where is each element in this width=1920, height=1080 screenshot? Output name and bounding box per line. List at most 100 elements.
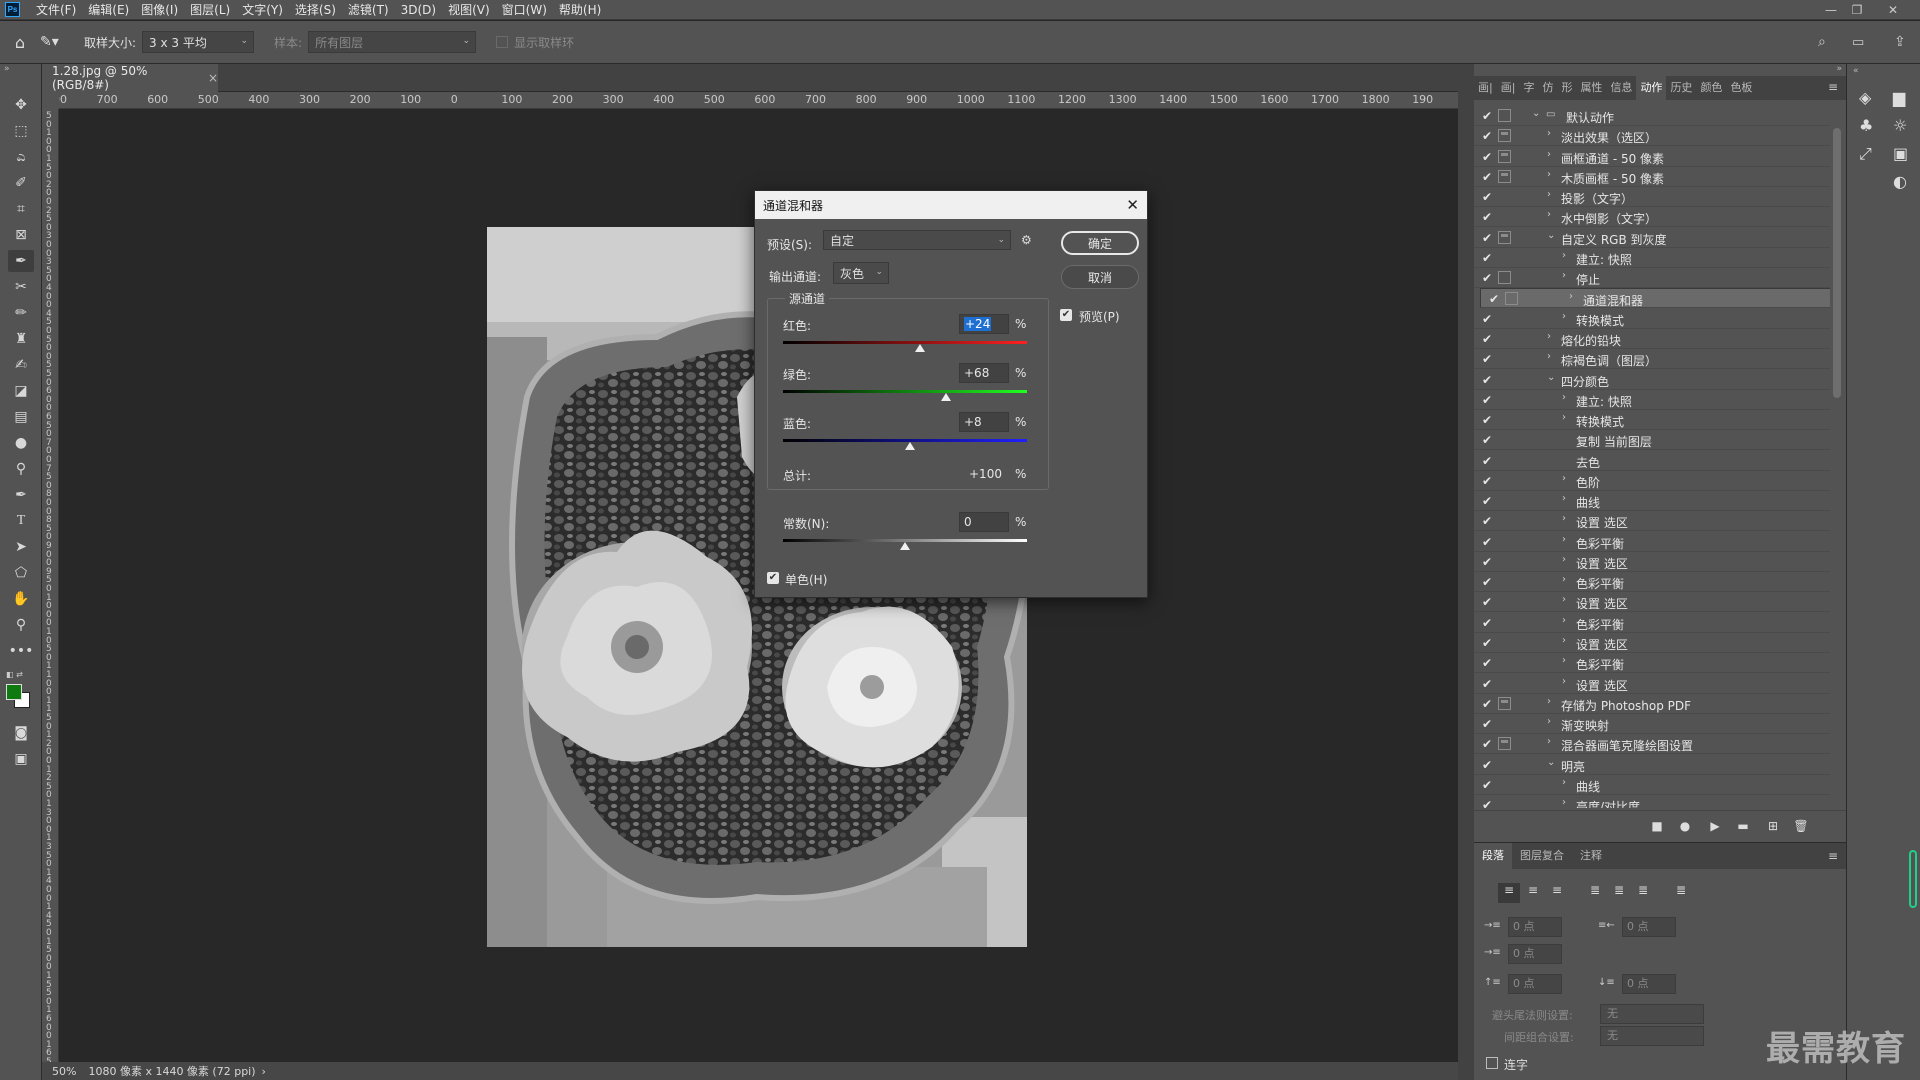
menu-item[interactable]: 编辑(E) [82, 0, 135, 20]
expand-right-icon[interactable]: › [1547, 149, 1551, 160]
expand-right-icon[interactable]: › [1562, 655, 1566, 666]
action-enabled-checkmark-icon[interactable]: ✔ [1482, 170, 1494, 184]
action-enabled-checkmark-icon[interactable]: ✔ [1482, 677, 1494, 691]
paragraph-tab[interactable]: 段落 [1474, 843, 1512, 869]
action-enabled-checkmark-icon[interactable]: ✔ [1482, 595, 1494, 609]
action-enabled-checkmark-icon[interactable]: ✔ [1482, 778, 1494, 792]
menu-item[interactable]: 视图(V) [442, 0, 496, 20]
clone-stamp-tool-icon[interactable]: ♜ [8, 328, 34, 350]
expand-right-icon[interactable]: › [1562, 797, 1566, 808]
status-arrow-icon[interactable]: › [262, 1065, 266, 1078]
action-row[interactable]: ✔ › 投影（文字） [1474, 187, 1832, 208]
dialog-toggle-icon[interactable] [1498, 271, 1511, 285]
action-row[interactable]: ✔ › 停止 [1474, 268, 1832, 289]
pen-tool-icon[interactable]: ✒ [8, 484, 34, 506]
expand-down-icon[interactable]: ⌄ [1547, 372, 1555, 383]
paths-icon[interactable]: ⤢ [1859, 144, 1872, 164]
action-row[interactable]: ✔ ⌄ ▭ 默认动作 [1474, 106, 1832, 126]
action-row[interactable]: ✔ › 棕褐色调（图层） [1474, 349, 1832, 370]
menu-item[interactable]: 帮助(H) [553, 0, 607, 20]
panel-tab[interactable]: 信息 [1606, 76, 1636, 100]
action-enabled-checkmark-icon[interactable]: ✔ [1482, 312, 1494, 326]
menu-item[interactable]: 图像(I) [135, 0, 184, 20]
action-enabled-checkmark-icon[interactable]: ✔ [1482, 494, 1494, 508]
hyphenate-checkbox[interactable] [1486, 1057, 1498, 1069]
action-row[interactable]: ✔ 去色 [1474, 451, 1832, 471]
minimize-button[interactable]: — [1818, 0, 1844, 20]
layers-icon[interactable]: ◈ [1859, 88, 1871, 107]
brush-tool-icon[interactable]: ✏ [8, 302, 34, 324]
eraser-tool-icon[interactable]: ◪ [8, 380, 34, 402]
action-enabled-checkmark-icon[interactable]: ✔ [1482, 555, 1494, 569]
share-icon[interactable]: ⇪ [1894, 34, 1906, 50]
action-enabled-checkmark-icon[interactable]: ✔ [1482, 332, 1494, 346]
libraries-icon[interactable]: ▣ [1893, 144, 1908, 163]
panel-tab[interactable]: 动作 [1636, 76, 1667, 100]
expand-right-icon[interactable]: › [1569, 291, 1573, 302]
frame-tool-icon[interactable]: ⊠ [8, 224, 34, 246]
panel-tab[interactable]: 色板 [1726, 76, 1756, 100]
action-row[interactable]: ✔ › 曲线 [1474, 491, 1832, 512]
action-enabled-checkmark-icon[interactable]: ✔ [1482, 656, 1494, 670]
home-icon[interactable]: ⌂ [0, 33, 40, 52]
expand-right-icon[interactable]: › [1562, 493, 1566, 504]
action-row[interactable]: ✔ › 设置 选区 [1474, 592, 1832, 613]
action-row[interactable]: ✔ › 设置 选区 [1474, 674, 1832, 694]
action-row[interactable]: ✔ › 设置 选区 [1474, 511, 1832, 532]
red-value-input[interactable]: +24 [959, 314, 1009, 334]
show-ring-checkbox[interactable] [496, 36, 509, 48]
dialog-toggle-icon[interactable] [1498, 696, 1511, 710]
action-enabled-checkmark-icon[interactable]: ✔ [1482, 433, 1494, 447]
expand-right-icon[interactable]: › [1562, 311, 1566, 322]
expand-right-icon[interactable]: › [1547, 209, 1551, 220]
channels-icon[interactable]: ♣ [1859, 116, 1873, 135]
action-row[interactable]: ✔ › 通道混和器 [1480, 288, 1832, 309]
action-enabled-checkmark-icon[interactable]: ✔ [1482, 352, 1494, 366]
preset-gear-icon[interactable]: ⚙ [1021, 233, 1032, 247]
dodge-tool-icon[interactable]: ⚲ [8, 458, 34, 480]
cancel-button[interactable]: 取消 [1061, 265, 1139, 289]
action-row[interactable]: ✔ › 淡出效果（选区） [1474, 126, 1832, 147]
align-right-icon[interactable]: ≡ [1546, 883, 1568, 903]
expand-right-icon[interactable]: › [1562, 615, 1566, 626]
action-row[interactable]: ✔ › 设置 选区 [1474, 633, 1832, 654]
menu-item[interactable]: 滤镜(T) [342, 0, 395, 20]
dialog-toggle-icon[interactable] [1498, 109, 1511, 122]
action-enabled-checkmark-icon[interactable]: ✔ [1482, 454, 1494, 468]
action-enabled-checkmark-icon[interactable]: ✔ [1482, 575, 1494, 589]
expand-right-icon[interactable]: › [1562, 594, 1566, 605]
paragraph-menu-icon[interactable]: ≡ [1828, 849, 1838, 863]
green-slider-thumb[interactable] [941, 393, 952, 401]
green-value-input[interactable]: +68 [959, 363, 1009, 383]
search-icon[interactable]: ⌕ [1818, 34, 1826, 50]
space-after-input[interactable]: 0 点 [1622, 974, 1676, 994]
close-tab-icon[interactable]: × [208, 71, 218, 85]
menu-item[interactable]: 3D(D) [395, 0, 442, 20]
expand-right-icon[interactable]: › [1562, 473, 1566, 484]
action-enabled-checkmark-icon[interactable]: ✔ [1482, 737, 1494, 751]
expand-right-icon[interactable]: › [1547, 189, 1551, 200]
dialog-toggle-icon[interactable] [1505, 292, 1518, 306]
new-action-icon[interactable]: ⊞ [1766, 819, 1780, 833]
action-row[interactable]: ✔ › 亮度/对比度 [1474, 795, 1832, 808]
action-row[interactable]: ✔ ⌄ 四分颜色 [1474, 370, 1832, 390]
kinsoku-select[interactable]: 无 [1600, 1004, 1704, 1024]
action-enabled-checkmark-icon[interactable]: ✔ [1482, 393, 1494, 407]
close-window-button[interactable]: ✕ [1880, 0, 1906, 20]
space-before-input[interactable]: 0 点 [1508, 974, 1562, 994]
red-slider-thumb[interactable] [914, 344, 925, 352]
action-enabled-checkmark-icon[interactable]: ✔ [1482, 697, 1494, 711]
blue-slider-thumb[interactable] [904, 442, 915, 450]
expand-right-icon[interactable]: › [1547, 716, 1551, 727]
paragraph-tab[interactable]: 注释 [1572, 843, 1610, 869]
action-row[interactable]: ✔ 复制 当前图层 [1474, 430, 1832, 451]
action-row[interactable]: ✔ › 混合器画笔克隆绘图设置 [1474, 734, 1832, 755]
action-row[interactable]: ✔ › 画框通道 - 50 像素 [1474, 147, 1832, 167]
panel-tab[interactable]: 仿 [1538, 76, 1557, 100]
panel-tab[interactable]: 画| [1474, 76, 1497, 100]
action-enabled-checkmark-icon[interactable]: ✔ [1482, 798, 1494, 808]
action-row[interactable]: ✔ › 色彩平衡 [1474, 572, 1832, 593]
indent-right-input[interactable]: 0 点 [1622, 917, 1676, 937]
action-row[interactable]: ✔ › 存储为 Photoshop PDF [1474, 694, 1832, 714]
document-tab[interactable]: 1.28.jpg @ 50%(RGB/8#) × [42, 64, 218, 92]
